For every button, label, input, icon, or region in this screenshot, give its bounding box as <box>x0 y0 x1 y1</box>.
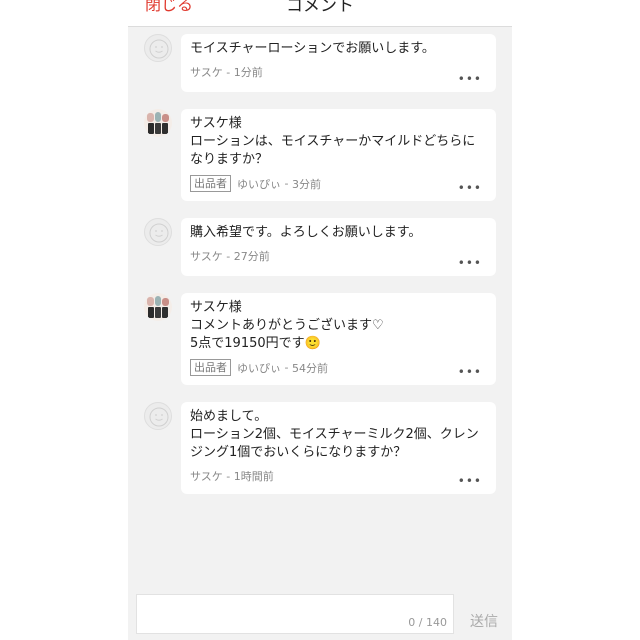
more-options-icon[interactable]: ••• <box>458 72 482 86</box>
comment-input[interactable]: 0 / 140 <box>136 594 454 634</box>
meta-separator: - <box>222 249 234 263</box>
comment-author: サスケ <box>190 250 223 263</box>
comment-author: ゆいぴぃ <box>237 361 281 375</box>
more-options-icon[interactable]: ••• <box>458 365 482 379</box>
comment-author: ゆいぴぃ <box>237 177 281 191</box>
more-options-icon[interactable]: ••• <box>458 256 482 270</box>
seller-avatar[interactable] <box>144 109 172 137</box>
comment-bubble: サスケ様 ローションは、モイスチャーかマイルドどちらに なりますか？ 出品者 ゆ… <box>181 109 496 201</box>
seller-badge: 出品者 <box>190 359 231 376</box>
comment-composer: 0 / 140 送信 <box>128 586 512 640</box>
comment-author: サスケ <box>190 470 223 483</box>
default-avatar-icon <box>149 407 169 427</box>
seller-avatar-image <box>144 109 172 137</box>
default-avatar-icon <box>149 223 169 243</box>
comment-time: 1分前 <box>233 66 263 79</box>
comment-text: モイスチャーローションでお願いします。 <box>190 41 435 56</box>
comment-meta: サスケ - 27分前 <box>190 248 487 264</box>
seller-avatar-image <box>144 293 172 321</box>
comment-meta: 出品者 ゆいぴぃ - 54分前 <box>190 359 487 376</box>
seller-badge: 出品者 <box>190 175 231 192</box>
meta-separator: - <box>281 177 292 190</box>
comment-time: 27分前 <box>233 250 270 263</box>
send-button[interactable]: 送信 <box>470 611 498 631</box>
header: 閉じる コメント <box>128 0 512 27</box>
comment-meta: サスケ - 1時間前 <box>190 468 487 484</box>
comment-screen: 閉じる コメント モイスチャーローションでお願いします。 サスケ - 1分前 •… <box>128 0 512 640</box>
more-options-icon[interactable]: ••• <box>458 474 482 488</box>
comment-text: サスケ様 コメントありがとうございます♡ 5点で19150円です🙂 <box>190 300 384 351</box>
meta-separator: - <box>222 65 234 79</box>
avatar[interactable] <box>144 218 172 246</box>
seller-avatar[interactable] <box>144 293 172 321</box>
meta-separator: - <box>281 361 292 374</box>
comment-time: 1時間前 <box>233 470 274 483</box>
comment-bubble: サスケ様 コメントありがとうございます♡ 5点で19150円です🙂 出品者 ゆい… <box>181 293 496 385</box>
page-title: コメント <box>286 0 354 16</box>
comment-bubble: 購入希望です。よろしくお願いします。 サスケ - 27分前 ••• <box>181 218 496 276</box>
more-options-icon[interactable]: ••• <box>458 181 482 195</box>
meta-separator: - <box>222 469 234 483</box>
comment-bubble: 始めまして。 ローション2個、モイスチャーミルク2個、クレン ジング1個でおいく… <box>181 402 496 494</box>
default-avatar-icon <box>149 39 169 59</box>
comment-time: 54分前 <box>291 361 328 375</box>
comment-text: 始めまして。 ローション2個、モイスチャーミルク2個、クレン ジング1個でおいく… <box>190 409 479 460</box>
avatar[interactable] <box>144 34 172 62</box>
comment-meta: サスケ - 1分前 <box>190 64 487 80</box>
comment-text: 購入希望です。よろしくお願いします。 <box>190 225 422 240</box>
comment-author: サスケ <box>190 66 223 79</box>
avatar[interactable] <box>144 402 172 430</box>
comment-bubble: モイスチャーローションでお願いします。 サスケ - 1分前 ••• <box>181 34 496 92</box>
comment-meta: 出品者 ゆいぴぃ - 3分前 <box>190 175 487 192</box>
comment-text: サスケ様 ローションは、モイスチャーかマイルドどちらに なりますか？ <box>190 116 476 167</box>
char-counter: 0 / 140 <box>408 616 447 629</box>
comment-time: 3分前 <box>291 177 321 191</box>
